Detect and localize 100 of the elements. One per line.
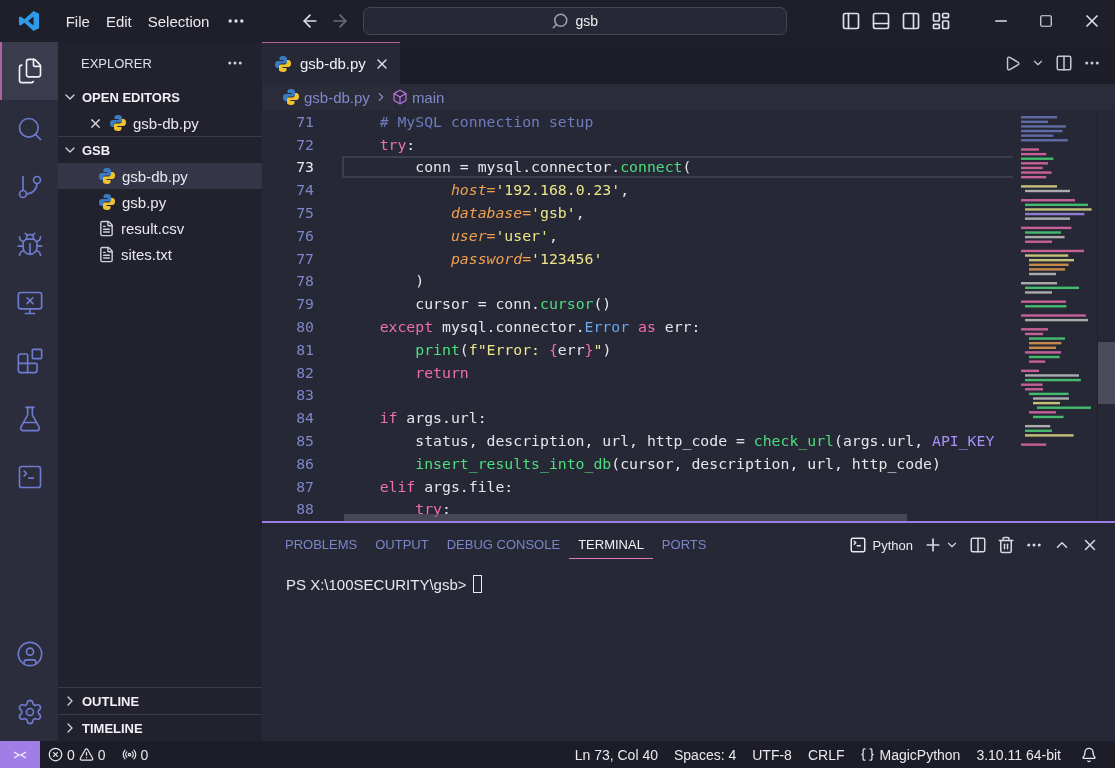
split-editor-icon[interactable] <box>1055 54 1073 72</box>
status-item[interactable]: 3.10.11 64-bit <box>968 746 1069 763</box>
line-number: 82 <box>295 363 314 381</box>
line-number: 78 <box>295 272 314 290</box>
terminal-icon <box>848 536 867 554</box>
file-name: result.csv <box>121 219 185 237</box>
line-number: 77 <box>295 249 314 267</box>
line-number: 87 <box>295 477 314 495</box>
line-number: 79 <box>295 295 314 313</box>
file-name: sites.txt <box>121 245 172 263</box>
cube-icon <box>391 89 408 105</box>
trash-icon[interactable] <box>997 536 1015 554</box>
line-number: 86 <box>295 454 314 472</box>
line-number: 76 <box>295 226 314 244</box>
terminal-profile-button[interactable]: Python <box>848 536 913 554</box>
secondary-sidebar-icon[interactable] <box>901 11 921 31</box>
ports-status[interactable]: 0 <box>113 746 157 763</box>
scrollbar-thumb[interactable] <box>1098 342 1115 404</box>
code-line: user='user', <box>449 226 558 244</box>
code-line: password='123456' <box>449 249 603 267</box>
section-title: TIMELINE <box>82 720 143 736</box>
file-name: gsb.py <box>122 193 167 211</box>
code-line: except mysql.connector.Error as err: <box>378 318 701 336</box>
tree-item[interactable]: gsb-db.py <box>58 163 262 189</box>
editor-tab[interactable]: gsb-db.py <box>262 42 400 84</box>
layout-icon[interactable] <box>930 11 951 31</box>
command-search-field[interactable]: gsb <box>362 7 787 35</box>
menu-item[interactable]: Edit <box>97 12 140 30</box>
tree-item[interactable]: result.csv <box>58 215 262 241</box>
line-number: 73 <box>295 158 314 176</box>
warning-count: 0 <box>97 746 106 763</box>
terminal-cursor <box>472 575 482 593</box>
code-line: if args.url: <box>378 409 487 427</box>
line-number: 84 <box>295 409 314 427</box>
section-title: GSB <box>82 142 111 158</box>
bell-icon[interactable] <box>1081 746 1097 763</box>
line-number: 74 <box>295 181 314 199</box>
error-count: 0 <box>67 746 75 763</box>
file-name: gsb-db.py <box>122 167 188 185</box>
file-icon <box>98 245 115 263</box>
code-line: elif args.file: <box>378 477 514 495</box>
code-line: try: <box>378 135 416 153</box>
app-logo-icon <box>17 10 40 32</box>
code-line: print(f"Error: {err}") <box>414 340 612 358</box>
search-text: gsb <box>575 13 598 29</box>
code-line: insert_results_into_db(cursor, description, url, http_code) <box>414 454 941 472</box>
language-status[interactable]: MagicPython <box>852 746 969 763</box>
python-file-icon <box>282 88 300 106</box>
tree-item[interactable]: gsb-db.py <box>58 110 262 136</box>
blocks-icon <box>16 347 44 375</box>
line-number: 71 <box>295 112 314 130</box>
line-number: 81 <box>295 340 314 358</box>
files-tab[interactable] <box>0 42 58 100</box>
panel-tab[interactable]: PORTS <box>652 531 716 559</box>
breadcrumb-item[interactable]: gsb-db.py <box>304 88 370 106</box>
maximize-icon[interactable] <box>1039 14 1054 28</box>
problems-status[interactable]: 0 0 <box>40 746 114 763</box>
section-title: OPEN EDITORS <box>82 89 180 105</box>
sidebar-title: EXPLORER <box>81 55 152 71</box>
line-number: 85 <box>295 432 314 450</box>
panel-tab[interactable]: OUTPUT <box>366 531 438 559</box>
menu-item[interactable]: File <box>57 12 98 30</box>
braces-icon <box>860 747 876 762</box>
sidebar-toggle-icon[interactable] <box>841 11 862 31</box>
file-icon <box>98 219 115 237</box>
terminal-prompt: PS X:\100SECURITY\gsb> <box>286 575 467 593</box>
search-icon <box>16 115 44 143</box>
account-icon <box>16 640 44 668</box>
code-line: cursor = conn.cursor() <box>414 295 612 313</box>
line-number: 83 <box>295 386 314 404</box>
panel-tab[interactable]: PROBLEMS <box>276 531 367 559</box>
section-header[interactable]: OPEN EDITORS <box>58 84 262 110</box>
line-number: 88 <box>295 500 314 518</box>
run-icon[interactable] <box>1004 54 1021 72</box>
status-item[interactable]: Spaces: 4 <box>665 746 745 763</box>
python-file-icon <box>274 54 292 73</box>
settings-icon <box>16 698 44 726</box>
code-line: conn = mysql.connector.connect( <box>414 158 692 176</box>
warning-icon <box>78 747 94 762</box>
menu-item[interactable]: Selection <box>139 12 218 30</box>
tree-item[interactable]: sites.txt <box>58 241 262 267</box>
split-terminal-icon[interactable] <box>969 536 987 554</box>
panel-toggle-icon[interactable] <box>871 11 892 31</box>
status-item[interactable]: UTF-8 <box>744 746 800 763</box>
tab-label: gsb-db.py <box>300 55 366 72</box>
language-name: MagicPython <box>879 746 961 763</box>
breadcrumb-item[interactable]: main <box>411 88 445 106</box>
status-item[interactable]: Ln 73, Col 40 <box>566 746 666 763</box>
tree-item[interactable]: gsb.py <box>58 189 262 215</box>
section-title: OUTLINE <box>82 693 140 709</box>
code-line: host='192.168.0.23', <box>449 181 630 199</box>
python-file-icon <box>98 167 116 185</box>
code-line: status, description, url, http_code = check_url(args.url, API_KEY <box>414 432 995 450</box>
line-number: 75 <box>295 204 314 222</box>
code-line: ) <box>414 272 425 290</box>
panel-tab[interactable]: TERMINAL <box>569 531 653 559</box>
status-item[interactable]: CRLF <box>799 746 853 763</box>
error-icon <box>48 747 63 762</box>
panel-tab[interactable]: DEBUG CONSOLE <box>437 531 570 559</box>
python-file-icon <box>98 193 116 211</box>
